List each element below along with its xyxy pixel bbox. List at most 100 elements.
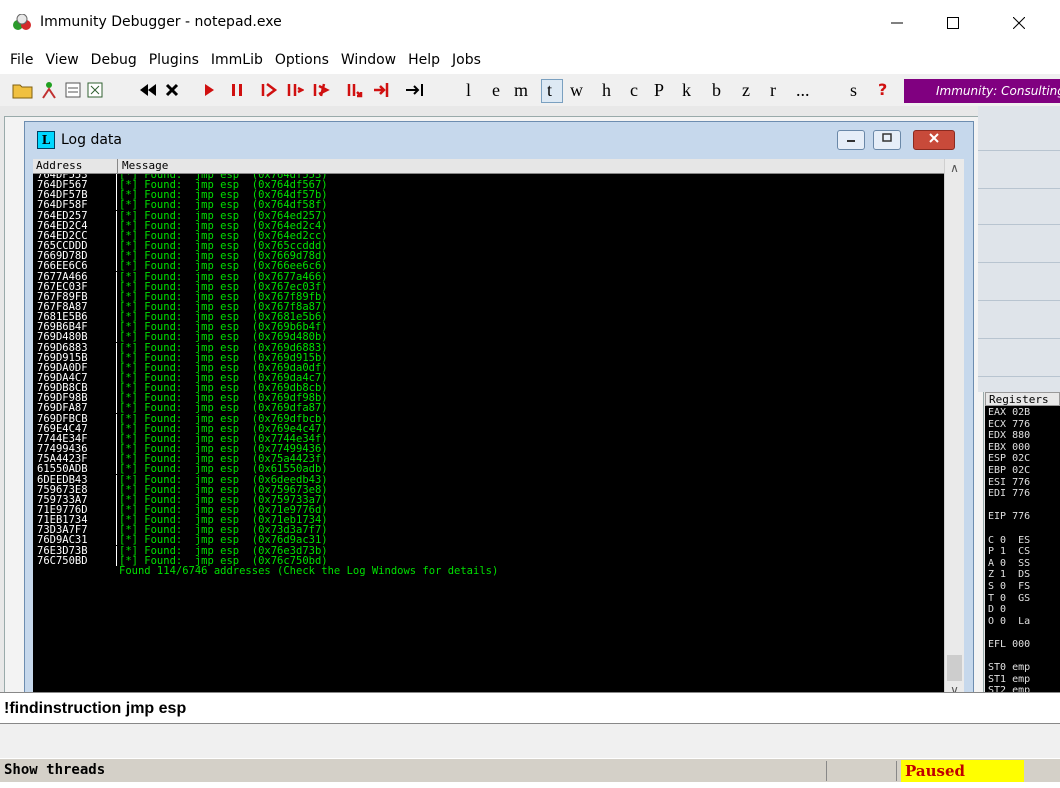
maximize-button[interactable] (930, 0, 976, 46)
log-message: [*] Found: jmp esp (0x61550adb) (119, 463, 328, 476)
register-line: D 0 (988, 604, 1007, 616)
log-separator (116, 241, 117, 252)
log-row[interactable]: 769D480B [*] Found: jmp esp (0x769d480b) (33, 331, 944, 344)
log-window-icon: L (37, 131, 55, 149)
log-close-button[interactable] (913, 130, 955, 150)
step-into-icon[interactable] (260, 80, 278, 100)
log-address: 769D480B (37, 331, 88, 344)
log-maximize-button[interactable] (873, 130, 901, 150)
run-icon[interactable] (202, 80, 216, 100)
trace-over-icon[interactable] (346, 80, 364, 100)
toolbar-letter-w[interactable]: w (570, 80, 583, 100)
register-line: ESI 776 (988, 476, 1031, 488)
log-row[interactable]: 766EE6C6 [*] Found: jmp esp (0x766ee6c6) (33, 260, 944, 273)
toolbar-letter-s[interactable]: s (850, 80, 857, 100)
toolbar-letter-b[interactable]: b (712, 80, 721, 100)
open-folder-icon[interactable] (12, 80, 34, 100)
log-separator (116, 342, 117, 353)
menu-plugins[interactable]: Plugins (143, 52, 205, 68)
log-row[interactable]: 76D9AC31 [*] Found: jmp esp (0x76d9ac31) (33, 535, 944, 546)
menu-view[interactable]: View (39, 52, 84, 68)
log-row[interactable]: 61550ADB [*] Found: jmp esp (0x61550adb) (33, 463, 944, 476)
log-window-titlebar[interactable]: L Log data (25, 122, 973, 158)
status-bar: Show threads Paused (0, 758, 1060, 783)
toolbar-letter-e[interactable]: e (492, 80, 500, 100)
toolbar-letter-r[interactable]: r (770, 80, 776, 100)
column-address[interactable]: Address (36, 159, 82, 173)
menu-immlib[interactable]: ImmLib (205, 52, 269, 68)
register-line: Z 1 DS (988, 569, 1031, 581)
log-separator (116, 373, 117, 383)
menu-file[interactable]: File (4, 52, 39, 68)
log-row[interactable]: 764DF58F [*] Found: jmp esp (0x764df58f) (33, 200, 944, 211)
status-divider (896, 761, 897, 781)
command-bar (0, 692, 1060, 724)
command-input[interactable] (4, 700, 904, 718)
window-title: Immunity Debugger - notepad.exe (40, 14, 282, 30)
log-address: 769DFA87 (37, 402, 88, 415)
toolbar-letter-c[interactable]: c (630, 80, 638, 100)
maximize-icon (947, 17, 959, 29)
right-side-panels (978, 106, 1060, 392)
execute-till-return-icon[interactable] (372, 80, 390, 100)
column-separator[interactable] (117, 159, 118, 173)
log-row[interactable]: 7677A466 [*] Found: jmp esp (0x7677a466) (33, 270, 944, 283)
register-line: EBP 02C (988, 465, 1031, 476)
toolbar-letter-p[interactable]: P (654, 80, 664, 100)
log-window[interactable]: L Log data Address Message 764DF553 [*] F… (24, 121, 974, 707)
rewind-icon[interactable] (138, 80, 158, 100)
title-bar: Immunity Debugger - notepad.exe (0, 0, 1060, 46)
log-body[interactable]: 764DF553 [*] Found: jmp esp (0x764df553) 7… (33, 174, 944, 700)
log-separator (116, 190, 117, 201)
toolbar-ellipsis[interactable]: ... (796, 80, 810, 100)
minimize-button[interactable] (874, 0, 920, 46)
menu-window[interactable]: Window (335, 52, 402, 68)
log-row[interactable]: 769DFA87 [*] Found: jmp esp (0x769dfa87) (33, 402, 944, 415)
log-row[interactable]: 6DEEDB43 [*] Found: jmp esp (0x6deedb43) (33, 474, 944, 485)
column-message[interactable]: Message (122, 159, 168, 173)
log-separator (116, 515, 117, 526)
registers-header: Registers (FPU) (985, 392, 1060, 406)
restart-icon[interactable] (38, 80, 60, 100)
close-program-icon[interactable] (64, 80, 82, 100)
menu-options[interactable]: Options (269, 52, 335, 68)
log-address: 766EE6C6 (37, 260, 88, 273)
log-separator (116, 362, 117, 373)
scroll-up-icon[interactable]: ∧ (945, 159, 964, 177)
help-icon[interactable]: ? (878, 80, 887, 100)
toolbar-letter-k[interactable]: k (682, 80, 691, 100)
memory-map-icon[interactable] (86, 80, 104, 100)
close-button[interactable] (996, 0, 1042, 46)
log-separator (116, 291, 117, 302)
minimize-icon (847, 140, 855, 142)
go-to-icon[interactable] (404, 80, 426, 100)
toolbar-letter-z[interactable]: z (742, 80, 750, 100)
stop-icon[interactable] (164, 80, 180, 100)
register-line: C 0 ES (988, 534, 1031, 546)
pause-icon[interactable] (230, 80, 244, 100)
scroll-thumb[interactable] (947, 655, 962, 681)
toolbar-letter-m[interactable]: m (514, 80, 528, 100)
immunity-banner[interactable]: Immunity: Consulting Services Manager (904, 79, 1060, 103)
step-over-icon[interactable] (286, 80, 304, 100)
register-line: ECX 776 (988, 418, 1031, 430)
log-message: [*] Found: jmp esp (0x7677a466) (119, 270, 328, 283)
log-address: 7677A466 (37, 270, 88, 283)
menu-help[interactable]: Help (402, 52, 446, 68)
log-separator (116, 474, 117, 485)
toolbar-letter-l[interactable]: l (466, 80, 471, 100)
register-line: ST0 emp (988, 662, 1031, 674)
toolbar-letter-h[interactable]: h (602, 80, 611, 100)
status-text: Show threads (4, 762, 106, 778)
log-scrollbar[interactable]: ∧ ∨ (944, 159, 964, 701)
toolbar-letter-t[interactable]: t (547, 80, 552, 100)
log-separator (116, 352, 117, 363)
menu-debug[interactable]: Debug (85, 52, 143, 68)
log-separator (116, 200, 117, 211)
log-separator (116, 433, 117, 444)
menu-jobs[interactable]: Jobs (446, 52, 487, 68)
trace-into-icon[interactable] (312, 80, 330, 100)
log-separator (116, 230, 117, 241)
log-separator (116, 494, 117, 505)
log-minimize-button[interactable] (837, 130, 865, 150)
